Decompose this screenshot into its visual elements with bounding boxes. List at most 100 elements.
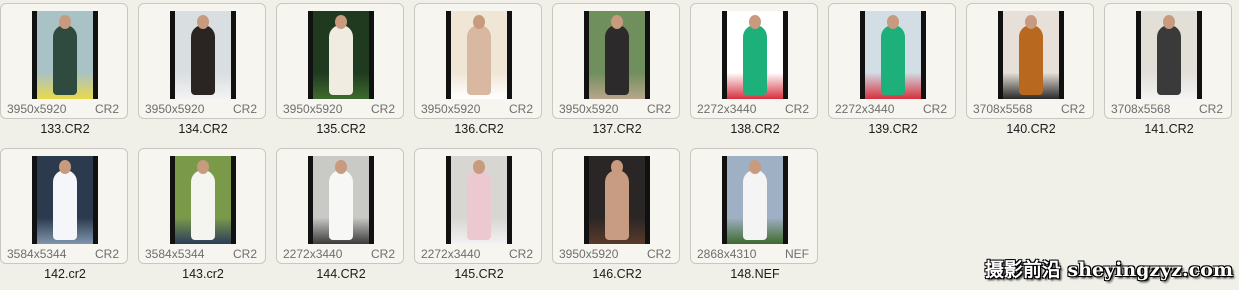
photo-thumbnail (32, 156, 98, 244)
image-dimensions: 3584x5344 (7, 246, 67, 261)
file-type-label: CR2 (370, 101, 395, 116)
file-name[interactable]: 138.CR2 (690, 122, 820, 136)
file-name[interactable]: 140.CR2 (966, 122, 1096, 136)
file-grid: 3950x5920 CR2 133.CR2 3950x5920 CR2 134.CR2 39… (0, 0, 1239, 290)
file-meta: 3950x5920 CR2 (7, 101, 119, 116)
file-item[interactable]: 3584x5344 CR2 142.cr2 (0, 145, 130, 287)
file-thumbnail-tile[interactable]: 3950x5920 CR2 (552, 148, 680, 264)
file-type-label: CR2 (370, 246, 395, 261)
file-meta: 3708x5568 CR2 (1111, 101, 1223, 116)
file-item[interactable]: 3950x5920 CR2 146.CR2 (552, 145, 682, 287)
image-dimensions: 3950x5920 (559, 246, 619, 261)
file-meta: 3584x5344 CR2 (145, 246, 257, 261)
file-type-label: CR2 (508, 101, 533, 116)
file-name[interactable]: 145.CR2 (414, 267, 544, 281)
file-name[interactable]: 136.CR2 (414, 122, 544, 136)
image-dimensions: 2868x4310 (697, 246, 757, 261)
file-type-label: CR2 (922, 101, 947, 116)
file-thumbnail-tile[interactable]: 3950x5920 CR2 (414, 3, 542, 119)
file-name[interactable]: 135.CR2 (276, 122, 406, 136)
photo-thumbnail (446, 11, 512, 99)
file-name[interactable]: 143.cr2 (138, 267, 268, 281)
file-meta: 2272x3440 CR2 (421, 246, 533, 261)
file-item[interactable]: 2272x3440 CR2 145.CR2 (414, 145, 544, 287)
file-thumbnail-tile[interactable]: 3950x5920 CR2 (552, 3, 680, 119)
file-meta: 3950x5920 CR2 (283, 101, 395, 116)
file-type-label: CR2 (94, 246, 119, 261)
file-meta: 2272x3440 CR2 (835, 101, 947, 116)
file-item[interactable]: 2272x3440 CR2 138.CR2 (690, 0, 820, 142)
photo-thumbnail (722, 156, 788, 244)
image-dimensions: 2272x3440 (835, 101, 895, 116)
photo-thumbnail (722, 11, 788, 99)
file-item[interactable]: 2868x4310 NEF 148.NEF (690, 145, 820, 287)
file-item[interactable]: 3950x5920 CR2 134.CR2 (138, 0, 268, 142)
file-meta: 3584x5344 CR2 (7, 246, 119, 261)
file-name[interactable]: 144.CR2 (276, 267, 406, 281)
file-meta: 2272x3440 CR2 (697, 101, 809, 116)
file-meta: 3950x5920 CR2 (421, 101, 533, 116)
file-type-label: CR2 (646, 246, 671, 261)
file-item[interactable]: 2272x3440 CR2 139.CR2 (828, 0, 958, 142)
file-thumbnail-tile[interactable]: 2272x3440 CR2 (414, 148, 542, 264)
photo-thumbnail (308, 156, 374, 244)
file-item[interactable]: 3584x5344 CR2 143.cr2 (138, 145, 268, 287)
file-thumbnail-tile[interactable]: 2272x3440 CR2 (828, 3, 956, 119)
file-thumbnail-tile[interactable]: 3708x5568 CR2 (1104, 3, 1232, 119)
image-dimensions: 2272x3440 (421, 246, 481, 261)
file-type-label: CR2 (232, 101, 257, 116)
file-item[interactable]: 3708x5568 CR2 140.CR2 (966, 0, 1096, 142)
file-item[interactable]: 3708x5568 CR2 141.CR2 (1104, 0, 1234, 142)
photo-thumbnail (170, 156, 236, 244)
photo-thumbnail (860, 11, 926, 99)
file-name[interactable]: 141.CR2 (1104, 122, 1234, 136)
file-meta: 3708x5568 CR2 (973, 101, 1085, 116)
image-dimensions: 3950x5920 (7, 101, 67, 116)
file-meta: 3950x5920 CR2 (559, 246, 671, 261)
photo-thumbnail (170, 11, 236, 99)
image-dimensions: 3950x5920 (421, 101, 481, 116)
file-thumbnail-tile[interactable]: 3584x5344 CR2 (0, 148, 128, 264)
photo-thumbnail (584, 156, 650, 244)
file-item[interactable]: 3950x5920 CR2 135.CR2 (276, 0, 406, 142)
file-thumbnail-tile[interactable]: 3950x5920 CR2 (0, 3, 128, 119)
file-meta: 2272x3440 CR2 (283, 246, 395, 261)
file-name[interactable]: 148.NEF (690, 267, 820, 281)
watermark-logo: 摄影前沿 sheyingzyz.com (984, 259, 1233, 281)
file-thumbnail-tile[interactable]: 3950x5920 CR2 (276, 3, 404, 119)
photo-thumbnail (32, 11, 98, 99)
file-item[interactable]: 3950x5920 CR2 133.CR2 (0, 0, 130, 142)
file-type-label: CR2 (1198, 101, 1223, 116)
image-dimensions: 2272x3440 (697, 101, 757, 116)
file-thumbnail-tile[interactable]: 3584x5344 CR2 (138, 148, 266, 264)
file-type-label: CR2 (646, 101, 671, 116)
file-name[interactable]: 146.CR2 (552, 267, 682, 281)
file-thumbnail-tile[interactable]: 2272x3440 CR2 (276, 148, 404, 264)
file-name[interactable]: 137.CR2 (552, 122, 682, 136)
file-item[interactable]: 2272x3440 CR2 144.CR2 (276, 145, 406, 287)
image-dimensions: 3708x5568 (973, 101, 1033, 116)
photo-thumbnail (1136, 11, 1202, 99)
file-name[interactable]: 133.CR2 (0, 122, 130, 136)
file-name[interactable]: 134.CR2 (138, 122, 268, 136)
file-type-label: CR2 (508, 246, 533, 261)
file-thumbnail-tile[interactable]: 2868x4310 NEF (690, 148, 818, 264)
image-dimensions: 2272x3440 (283, 246, 343, 261)
file-item[interactable]: 3950x5920 CR2 136.CR2 (414, 0, 544, 142)
photo-thumbnail (446, 156, 512, 244)
file-item[interactable]: 3950x5920 CR2 137.CR2 (552, 0, 682, 142)
image-dimensions: 3950x5920 (559, 101, 619, 116)
image-dimensions: 3950x5920 (283, 101, 343, 116)
file-type-label: CR2 (1060, 101, 1085, 116)
file-name[interactable]: 139.CR2 (828, 122, 958, 136)
file-thumbnail-tile[interactable]: 2272x3440 CR2 (690, 3, 818, 119)
file-thumbnail-tile[interactable]: 3950x5920 CR2 (138, 3, 266, 119)
image-dimensions: 3950x5920 (145, 101, 205, 116)
file-meta: 2868x4310 NEF (697, 246, 809, 261)
photo-thumbnail (308, 11, 374, 99)
file-type-label: CR2 (94, 101, 119, 116)
file-name[interactable]: 142.cr2 (0, 267, 130, 281)
file-meta: 3950x5920 CR2 (145, 101, 257, 116)
file-type-label: CR2 (232, 246, 257, 261)
file-thumbnail-tile[interactable]: 3708x5568 CR2 (966, 3, 1094, 119)
